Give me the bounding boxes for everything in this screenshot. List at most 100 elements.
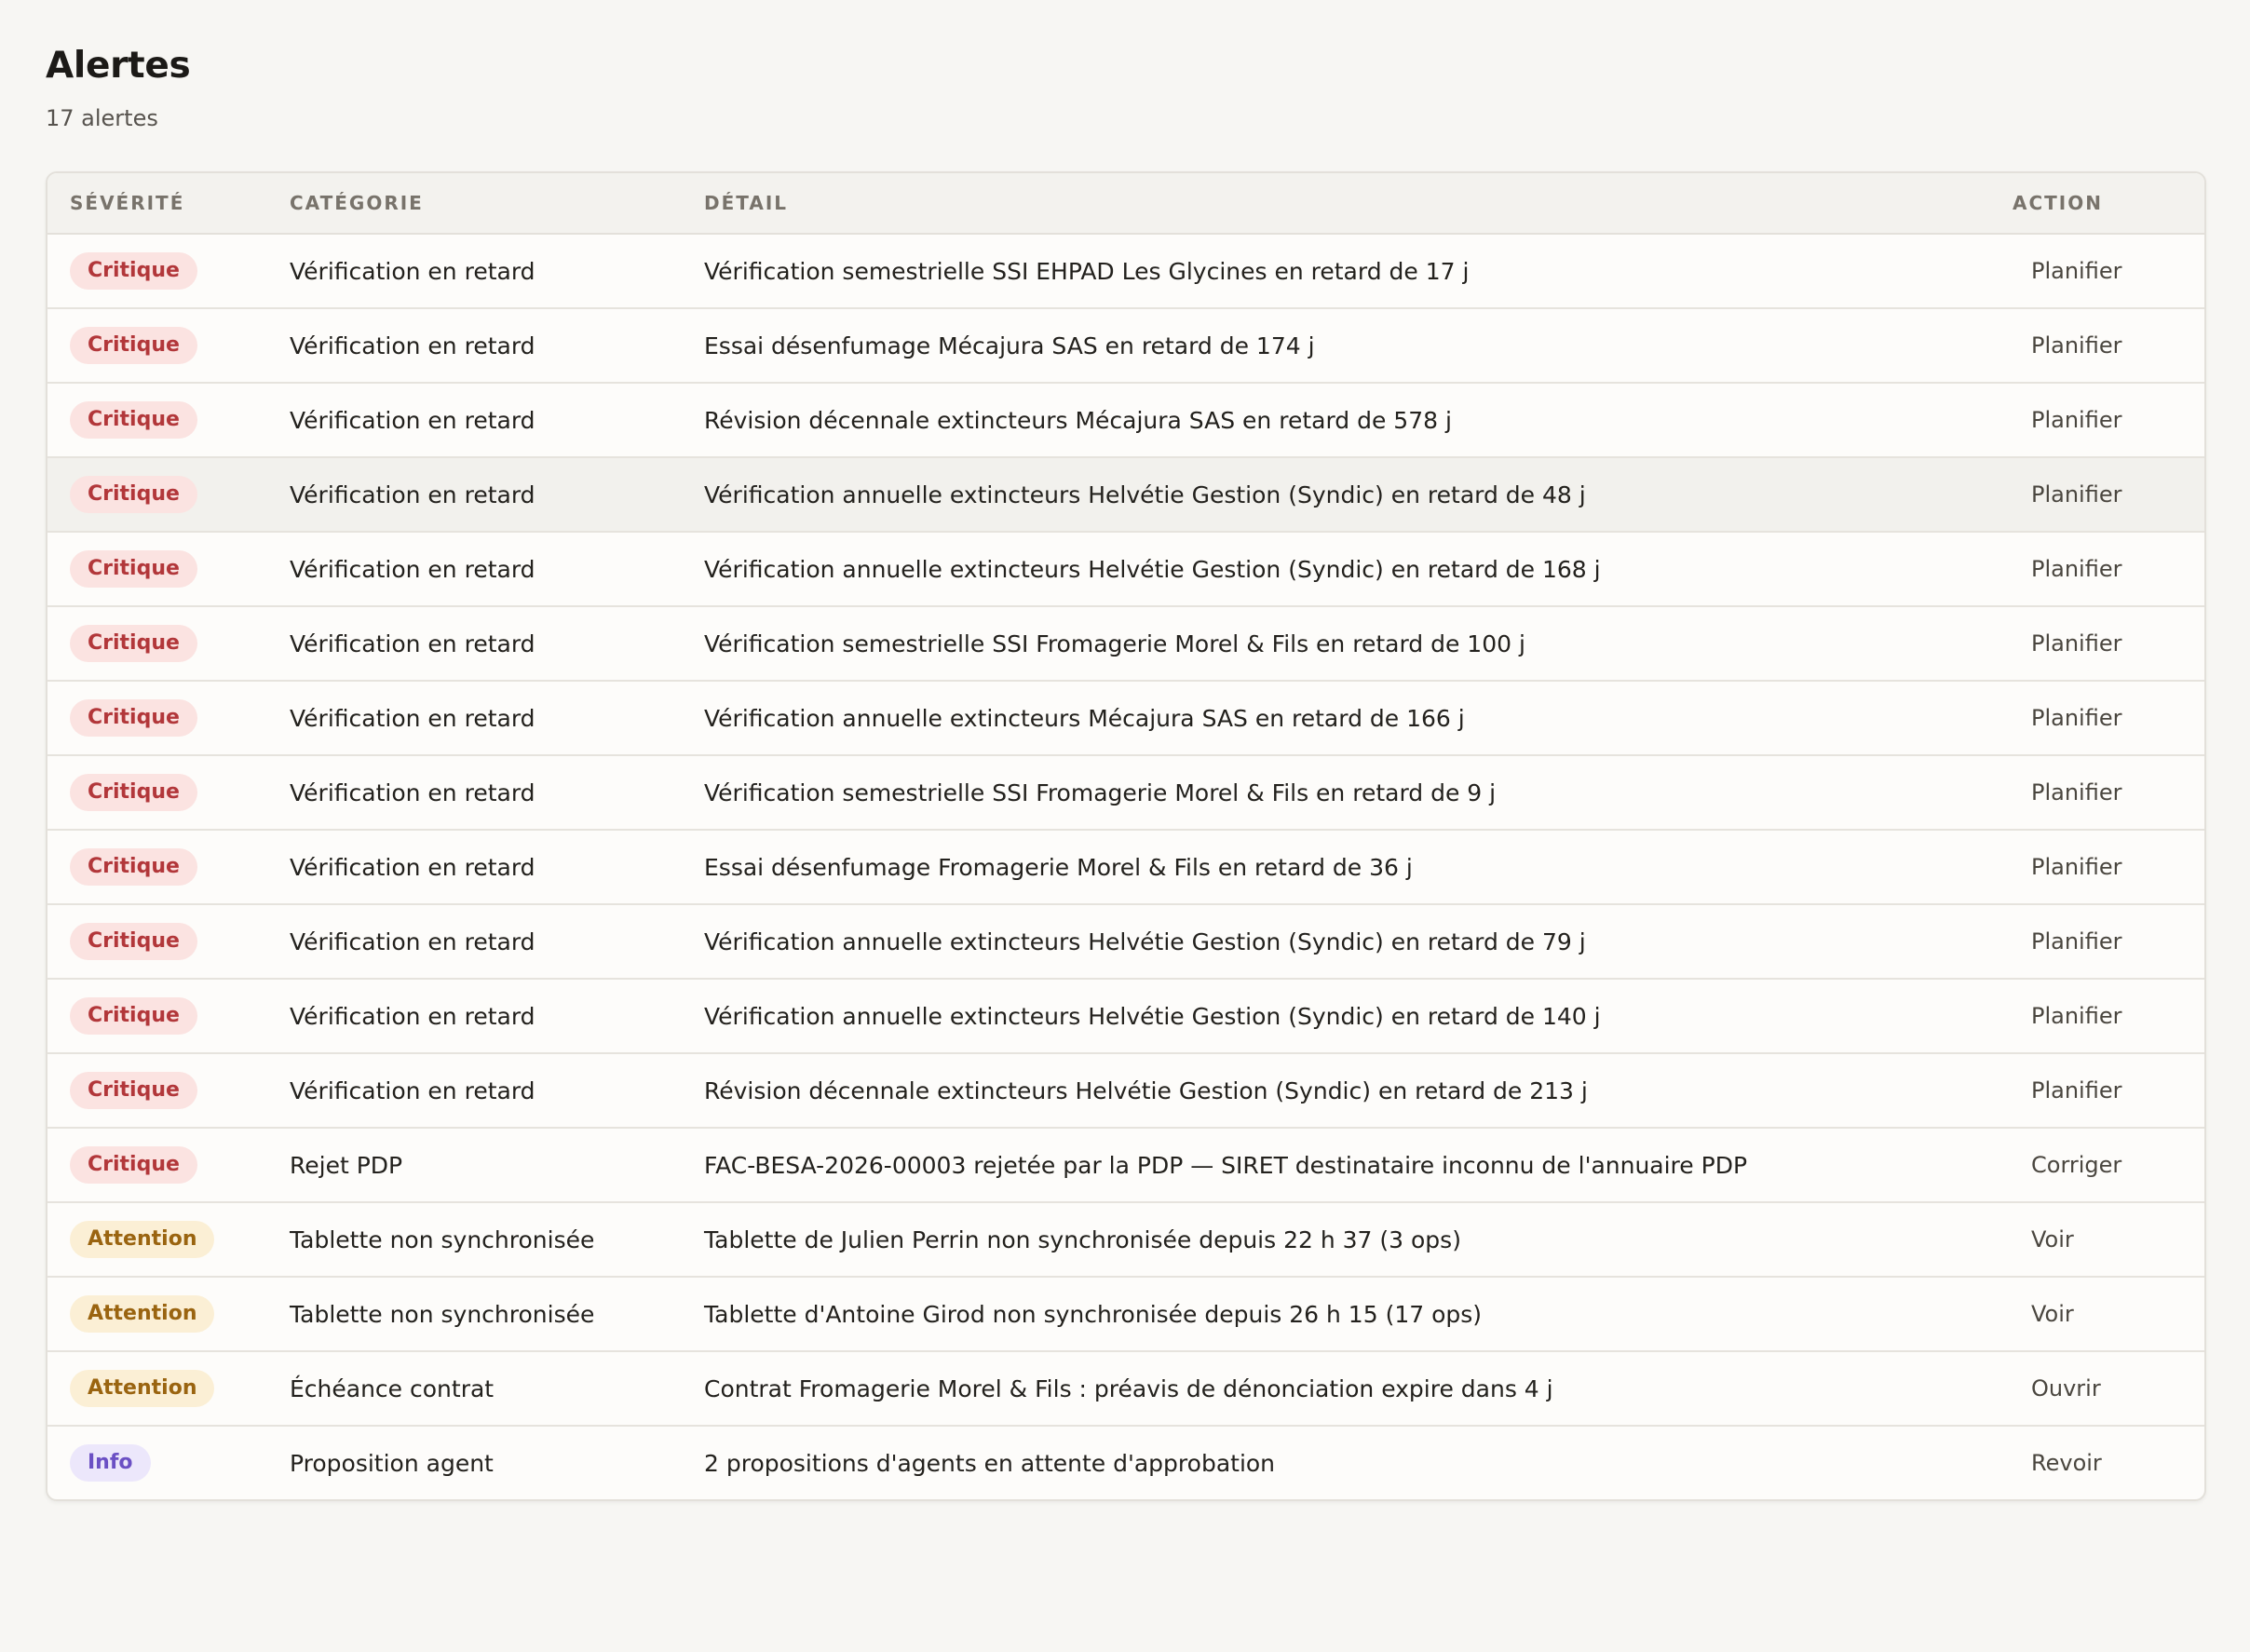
- action-cell: Planifier: [2013, 252, 2204, 290]
- row-action-button[interactable]: Planifier: [2013, 774, 2140, 811]
- action-cell: Planifier: [2013, 774, 2204, 811]
- severity-badge: Critique: [70, 327, 197, 364]
- header-severity: Sévérité: [70, 192, 185, 214]
- table-row: Critique Vérification en retard Vérifica…: [47, 533, 2204, 607]
- row-action-button[interactable]: Planifier: [2013, 997, 2140, 1035]
- category-cell: Vérification en retard: [290, 630, 535, 657]
- header-category: Catégorie: [290, 192, 424, 214]
- action-cell: Voir: [2013, 1221, 2204, 1258]
- severity-cell: Attention: [47, 1221, 290, 1258]
- category-cell: Échéance contrat: [290, 1374, 495, 1402]
- severity-cell: Critique: [47, 476, 290, 513]
- severity-badge: Critique: [70, 848, 197, 886]
- detail-cell: Vérification annuelle extincteurs Helvét…: [704, 1002, 1601, 1030]
- severity-cell: Attention: [47, 1295, 290, 1333]
- category-cell: Proposition agent: [290, 1449, 494, 1477]
- detail-cell: Vérification annuelle extincteurs Helvét…: [704, 481, 1586, 508]
- header-detail: Détail: [704, 192, 789, 214]
- severity-cell: Critique: [47, 550, 290, 588]
- category-cell: Tablette non synchronisée: [290, 1300, 595, 1328]
- action-cell: Voir: [2013, 1295, 2204, 1333]
- action-cell: Ouvrir: [2013, 1370, 2204, 1407]
- row-action-button[interactable]: Corriger: [2013, 1146, 2140, 1184]
- severity-badge: Info: [70, 1444, 151, 1482]
- row-action-button[interactable]: Planifier: [2013, 848, 2140, 886]
- table-body: Critique Vérification en retard Vérifica…: [47, 235, 2204, 1499]
- action-cell: Planifier: [2013, 625, 2204, 662]
- table-row: Critique Vérification en retard Vérifica…: [47, 235, 2204, 309]
- row-action-button[interactable]: Planifier: [2013, 476, 2140, 513]
- action-cell: Planifier: [2013, 401, 2204, 439]
- category-cell: Rejet PDP: [290, 1151, 403, 1179]
- severity-cell: Critique: [47, 625, 290, 662]
- table-row: Attention Tablette non synchronisée Tabl…: [47, 1278, 2204, 1352]
- severity-badge: Attention: [70, 1221, 215, 1258]
- row-action-button[interactable]: Revoir: [2013, 1444, 2121, 1482]
- row-action-button[interactable]: Planifier: [2013, 550, 2140, 588]
- category-cell: Vérification en retard: [290, 332, 535, 359]
- table-row: Critique Vérification en retard Révision…: [47, 1054, 2204, 1129]
- category-cell: Tablette non synchronisée: [290, 1225, 595, 1253]
- category-cell: Vérification en retard: [290, 928, 535, 955]
- row-action-button[interactable]: Planifier: [2013, 1072, 2140, 1109]
- row-action-button[interactable]: Planifier: [2013, 625, 2140, 662]
- action-cell: Corriger: [2013, 1146, 2204, 1184]
- severity-badge: Critique: [70, 1072, 197, 1109]
- table-row: Info Proposition agent 2 propositions d'…: [47, 1427, 2204, 1499]
- category-cell: Vérification en retard: [290, 704, 535, 732]
- detail-cell: Vérification annuelle extincteurs Helvét…: [704, 555, 1601, 583]
- detail-cell: 2 propositions d'agents en attente d'app…: [704, 1449, 1276, 1477]
- category-cell: Vérification en retard: [290, 481, 535, 508]
- action-cell: Planifier: [2013, 550, 2204, 588]
- alerts-table: Sévérité Catégorie Détail Action Critiqu…: [46, 171, 2206, 1501]
- severity-cell: Critique: [47, 252, 290, 290]
- detail-cell: Essai désenfumage Fromagerie Morel & Fil…: [704, 853, 1413, 881]
- severity-cell: Critique: [47, 1146, 290, 1184]
- severity-badge: Critique: [70, 252, 197, 290]
- category-cell: Vérification en retard: [290, 853, 535, 881]
- detail-cell: Tablette d'Antoine Girod non synchronisé…: [704, 1300, 1483, 1328]
- table-row: Critique Vérification en retard Révision…: [47, 384, 2204, 458]
- action-cell: Planifier: [2013, 1072, 2204, 1109]
- severity-badge: Critique: [70, 997, 197, 1035]
- severity-badge: Critique: [70, 401, 197, 439]
- severity-badge: Critique: [70, 476, 197, 513]
- severity-cell: Info: [47, 1444, 290, 1482]
- row-action-button[interactable]: Planifier: [2013, 923, 2140, 960]
- detail-cell: Tablette de Julien Perrin non synchronis…: [704, 1225, 1461, 1253]
- detail-cell: Vérification semestrielle SSI Fromagerie…: [704, 630, 1525, 657]
- action-cell: Planifier: [2013, 997, 2204, 1035]
- detail-cell: Révision décennale extincteurs Helvétie …: [704, 1077, 1588, 1104]
- table-row: Critique Vérification en retard Vérifica…: [47, 980, 2204, 1054]
- row-action-button[interactable]: Voir: [2013, 1221, 2093, 1258]
- severity-cell: Critique: [47, 848, 290, 886]
- category-cell: Vérification en retard: [290, 257, 535, 285]
- row-action-button[interactable]: Voir: [2013, 1295, 2093, 1333]
- alert-count: 17 alertes: [46, 105, 158, 131]
- severity-cell: Critique: [47, 774, 290, 811]
- row-action-button[interactable]: Planifier: [2013, 252, 2140, 290]
- row-action-button[interactable]: Planifier: [2013, 699, 2140, 737]
- row-action-button[interactable]: Ouvrir: [2013, 1370, 2120, 1407]
- table-row: Attention Tablette non synchronisée Tabl…: [47, 1203, 2204, 1278]
- table-row: Critique Vérification en retard Vérifica…: [47, 682, 2204, 756]
- header-action: Action: [2013, 192, 2103, 214]
- category-cell: Vérification en retard: [290, 555, 535, 583]
- detail-cell: Essai désenfumage Mécajura SAS en retard…: [704, 332, 1315, 359]
- category-cell: Vérification en retard: [290, 779, 535, 806]
- severity-cell: Critique: [47, 327, 290, 364]
- row-action-button[interactable]: Planifier: [2013, 401, 2140, 439]
- severity-badge: Critique: [70, 550, 197, 588]
- severity-cell: Critique: [47, 699, 290, 737]
- severity-badge: Critique: [70, 699, 197, 737]
- severity-cell: Critique: [47, 401, 290, 439]
- table-row: Critique Vérification en retard Vérifica…: [47, 607, 2204, 682]
- detail-cell: Vérification annuelle extincteurs Helvét…: [704, 928, 1586, 955]
- table-row: Critique Rejet PDP FAC-BESA-2026-00003 r…: [47, 1129, 2204, 1203]
- severity-badge: Critique: [70, 1146, 197, 1184]
- detail-cell: Vérification annuelle extincteurs Mécaju…: [704, 704, 1465, 732]
- action-cell: Planifier: [2013, 327, 2204, 364]
- severity-badge: Critique: [70, 774, 197, 811]
- action-cell: Planifier: [2013, 476, 2204, 513]
- row-action-button[interactable]: Planifier: [2013, 327, 2140, 364]
